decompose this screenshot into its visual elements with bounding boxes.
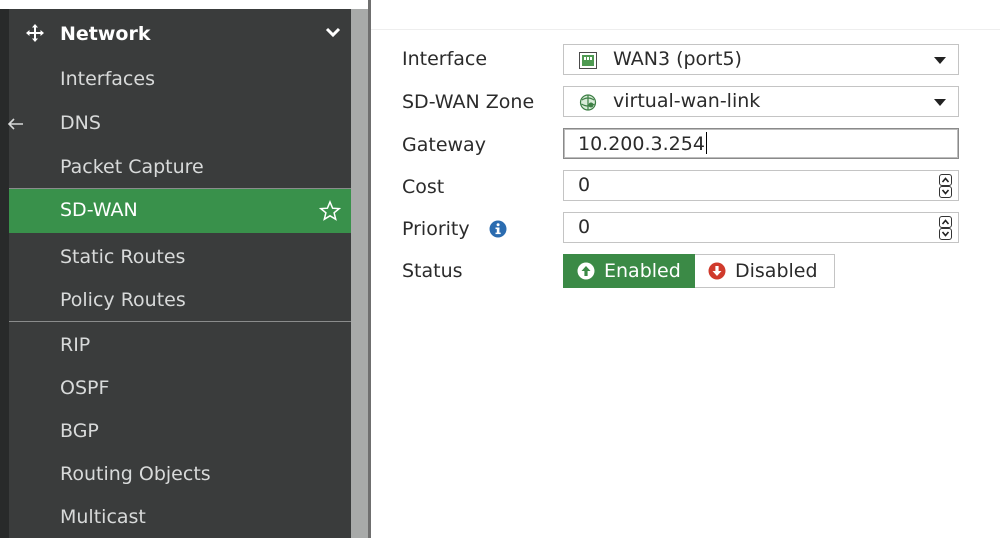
- interface-select[interactable]: WAN3 (port5): [563, 44, 959, 75]
- chevron-down-icon: [941, 231, 950, 237]
- sidebar-divider: [9, 321, 351, 322]
- priority-value: 0: [578, 216, 591, 238]
- sidebar-item-static-routes[interactable]: Static Routes: [9, 236, 351, 280]
- sdwan-zone-icon: [579, 94, 597, 111]
- arrow-up-circle-icon: [577, 262, 595, 280]
- chevron-up-icon: [941, 177, 950, 183]
- status-enabled-label: Enabled: [604, 260, 681, 282]
- cost-value: 0: [578, 174, 591, 196]
- port-icon: [579, 52, 597, 69]
- sidebar-item-label: Routing Objects: [60, 463, 211, 485]
- sidebar-item-interfaces[interactable]: Interfaces: [9, 58, 351, 102]
- sidebar-item-label: OSPF: [60, 377, 110, 399]
- sdwan-zone-label: SD-WAN Zone: [402, 91, 535, 113]
- sidebar-item-label: Interfaces: [60, 68, 155, 90]
- sidebar-scrollbar[interactable]: [351, 0, 368, 538]
- sidebar-item-routing-objects[interactable]: Routing Objects: [9, 453, 351, 497]
- caret-down-icon: [934, 99, 946, 106]
- chevron-up-icon: [941, 219, 950, 225]
- sidebar-edge: [0, 9, 9, 538]
- status-disabled-label: Disabled: [735, 260, 818, 282]
- priority-input[interactable]: 0: [563, 212, 959, 243]
- panel-header-line: [371, 29, 1000, 30]
- priority-stepper[interactable]: [939, 216, 952, 240]
- sidebar: Network Interfaces DNS Packet Capture SD…: [0, 0, 351, 538]
- interface-value: WAN3 (port5): [613, 48, 742, 70]
- scrollbar-top-gap: [351, 0, 368, 9]
- gateway-value-wrap: 10.200.3.254: [578, 132, 707, 155]
- stepper-up-button[interactable]: [939, 174, 952, 186]
- text-cursor: [705, 132, 707, 154]
- stepper-down-button[interactable]: [939, 186, 952, 198]
- sidebar-item-label: Multicast: [60, 506, 146, 528]
- status-toggle[interactable]: Enabled Disabled: [563, 254, 835, 288]
- cost-input[interactable]: 0: [563, 170, 959, 201]
- sidebar-item-rip[interactable]: RIP: [9, 324, 351, 368]
- sidebar-item-bgp[interactable]: BGP: [9, 410, 351, 454]
- sidebar-item-packet-capture[interactable]: Packet Capture: [9, 146, 351, 190]
- sdwan-zone-value: virtual-wan-link: [613, 90, 761, 112]
- sidebar-item-label: DNS: [60, 112, 101, 134]
- sidebar-item-label: Static Routes: [60, 246, 186, 268]
- caret-down-icon: [934, 57, 946, 64]
- sidebar-section-network[interactable]: Network: [9, 14, 351, 56]
- gateway-input[interactable]: 10.200.3.254: [563, 128, 959, 159]
- stepper-up-button[interactable]: [939, 216, 952, 228]
- sidebar-item-label: RIP: [60, 334, 91, 356]
- sdwan-zone-select[interactable]: virtual-wan-link: [563, 86, 959, 117]
- status-disabled-button[interactable]: Disabled: [695, 254, 835, 288]
- sidebar-item-label: SD-WAN: [60, 199, 138, 221]
- chevron-down-icon: [941, 189, 950, 195]
- sidebar-section-label: Network: [60, 23, 151, 45]
- chevron-down-icon[interactable]: [325, 26, 341, 40]
- sidebar-item-sd-wan[interactable]: SD-WAN: [9, 189, 351, 233]
- arrow-left-icon: [7, 118, 23, 130]
- sidebar-item-ospf[interactable]: OSPF: [9, 367, 351, 411]
- info-icon[interactable]: [489, 220, 507, 238]
- arrow-down-circle-icon: [708, 262, 726, 280]
- cost-label: Cost: [402, 176, 445, 198]
- priority-label: Priority: [402, 218, 470, 240]
- sidebar-item-dns[interactable]: DNS: [7, 102, 351, 146]
- move-arrows-icon: [26, 24, 44, 42]
- sidebar-item-multicast[interactable]: Multicast: [9, 496, 351, 540]
- sidebar-item-label: BGP: [60, 420, 99, 442]
- sidebar-item-policy-routes[interactable]: Policy Routes: [9, 279, 351, 323]
- gateway-value: 10.200.3.254: [578, 133, 705, 155]
- cost-stepper[interactable]: [939, 174, 952, 198]
- status-label: Status: [402, 260, 463, 282]
- star-icon[interactable]: [319, 200, 341, 222]
- gateway-label: Gateway: [402, 134, 486, 156]
- sidebar-item-label: Packet Capture: [60, 156, 204, 178]
- interface-label: Interface: [402, 48, 488, 70]
- sidebar-item-label: Policy Routes: [60, 289, 186, 311]
- stepper-down-button[interactable]: [939, 228, 952, 240]
- status-enabled-button[interactable]: Enabled: [563, 254, 695, 288]
- sidebar-top-gap: [0, 0, 351, 9]
